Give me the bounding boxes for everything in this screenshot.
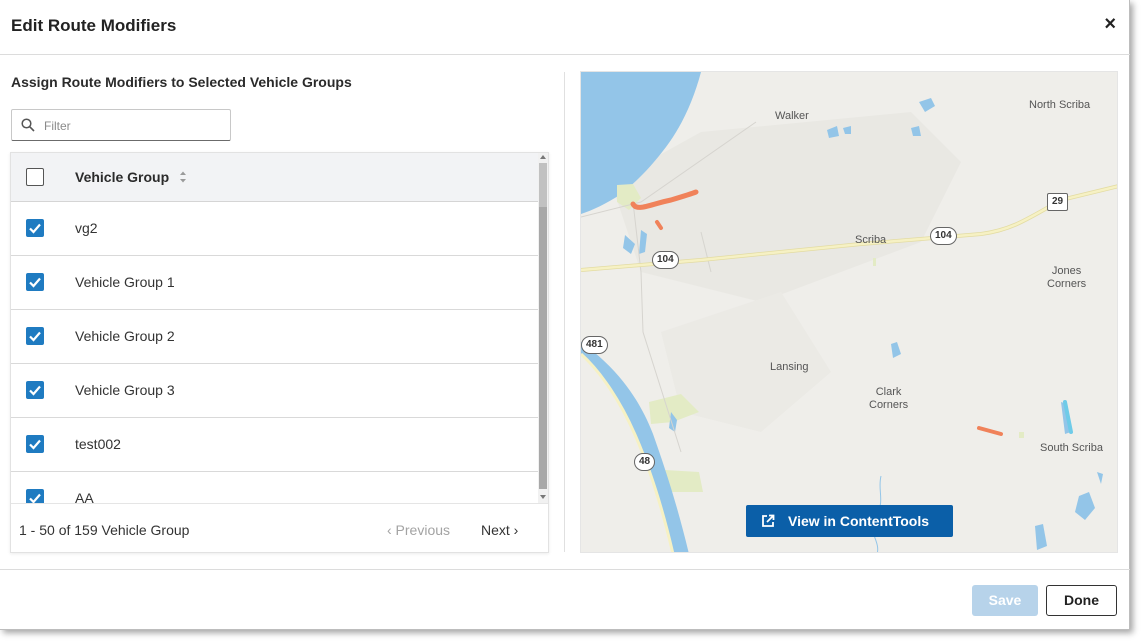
row-checkbox[interactable]: [26, 327, 44, 345]
table-scrollbar[interactable]: [538, 153, 548, 503]
row-label: vg2: [75, 220, 98, 236]
search-icon: [21, 118, 35, 132]
footer-divider: [0, 569, 1130, 570]
route-481-shield: 481: [581, 336, 608, 354]
panel-subtitle: Assign Route Modifiers to Selected Vehic…: [11, 74, 352, 90]
route-48-shield: 48: [634, 453, 656, 471]
external-link-icon: [762, 514, 775, 527]
sort-icon[interactable]: [179, 170, 187, 184]
row-checkbox[interactable]: [26, 219, 44, 237]
row-label: Vehicle Group 1: [75, 274, 175, 290]
row-label: Vehicle Group 2: [75, 328, 175, 344]
previous-page-button[interactable]: ‹ Previous: [387, 522, 450, 538]
map-label-north-scriba: North Scriba: [1029, 99, 1091, 111]
table-row[interactable]: Vehicle Group 2: [11, 310, 538, 364]
map-label-clark-corners: Clark Corners: [869, 386, 909, 411]
row-checkbox[interactable]: [26, 435, 44, 453]
row-label: AA: [75, 490, 94, 503]
table-row[interactable]: Vehicle Group 1: [11, 256, 538, 310]
row-label: test002: [75, 436, 121, 452]
check-icon: [29, 277, 41, 288]
edit-route-modifiers-dialog: Edit Route Modifiers × Assign Route Modi…: [0, 0, 1130, 630]
map-canvas: [581, 72, 1117, 552]
check-icon: [29, 385, 41, 396]
dialog-title: Edit Route Modifiers: [11, 16, 177, 35]
table-pagination: 1 - 50 of 159 Vehicle Group ‹ Previous N…: [11, 503, 548, 552]
table-body: vg2 Vehicle Group 1 Vehicle Group 2 Vehi…: [11, 202, 538, 503]
done-button[interactable]: Done: [1046, 585, 1117, 616]
route-29-shield: 29: [1047, 193, 1069, 211]
table-row[interactable]: AA: [11, 472, 538, 503]
filter-input[interactable]: [44, 116, 224, 136]
close-icon[interactable]: ×: [1104, 14, 1116, 34]
filter-field[interactable]: [11, 109, 231, 141]
scroll-down-icon[interactable]: [540, 495, 546, 499]
map-view[interactable]: Walker North Scriba Scriba Jones Corners…: [580, 71, 1118, 553]
map-label-jones-corners: Jones Corners: [1047, 265, 1087, 290]
table-row[interactable]: Vehicle Group 3: [11, 364, 538, 418]
check-icon: [29, 493, 41, 503]
map-label-lansing: Lansing: [770, 361, 809, 373]
next-page-button[interactable]: Next ›: [481, 522, 518, 538]
row-label: Vehicle Group 3: [75, 382, 175, 398]
map-label-scriba: Scriba: [855, 234, 887, 246]
row-checkbox[interactable]: [26, 273, 44, 291]
route-104-shield: 104: [930, 227, 957, 245]
map-label-walker: Walker: [775, 110, 809, 122]
view-in-contenttools-button[interactable]: View in ContentTools: [746, 505, 953, 537]
vehicle-group-table: Vehicle Group vg2 Vehicle Group 1 Vehicl…: [10, 152, 549, 553]
scrollbar-track[interactable]: [539, 207, 547, 489]
pagination-count: 1 - 50 of 159 Vehicle Group: [19, 522, 190, 538]
table-row[interactable]: vg2: [11, 202, 538, 256]
dialog-header: Edit Route Modifiers ×: [0, 0, 1130, 55]
table-row[interactable]: test002: [11, 418, 538, 472]
row-checkbox[interactable]: [26, 381, 44, 399]
save-button[interactable]: Save: [972, 585, 1038, 616]
map-label-south-scriba: South Scriba: [1040, 442, 1103, 454]
check-icon: [29, 223, 41, 234]
check-icon: [29, 331, 41, 342]
view-in-contenttools-label: View in ContentTools: [788, 513, 930, 529]
check-icon: [29, 439, 41, 450]
row-checkbox[interactable]: [26, 489, 44, 503]
select-all-checkbox[interactable]: [26, 168, 44, 186]
scroll-up-icon[interactable]: [540, 155, 546, 159]
route-104-shield: 104: [652, 251, 679, 269]
panel-divider: [564, 72, 565, 552]
table-header: Vehicle Group: [11, 153, 538, 202]
scrollbar-thumb[interactable]: [539, 163, 547, 207]
column-header-vehicle-group[interactable]: Vehicle Group: [75, 169, 169, 185]
